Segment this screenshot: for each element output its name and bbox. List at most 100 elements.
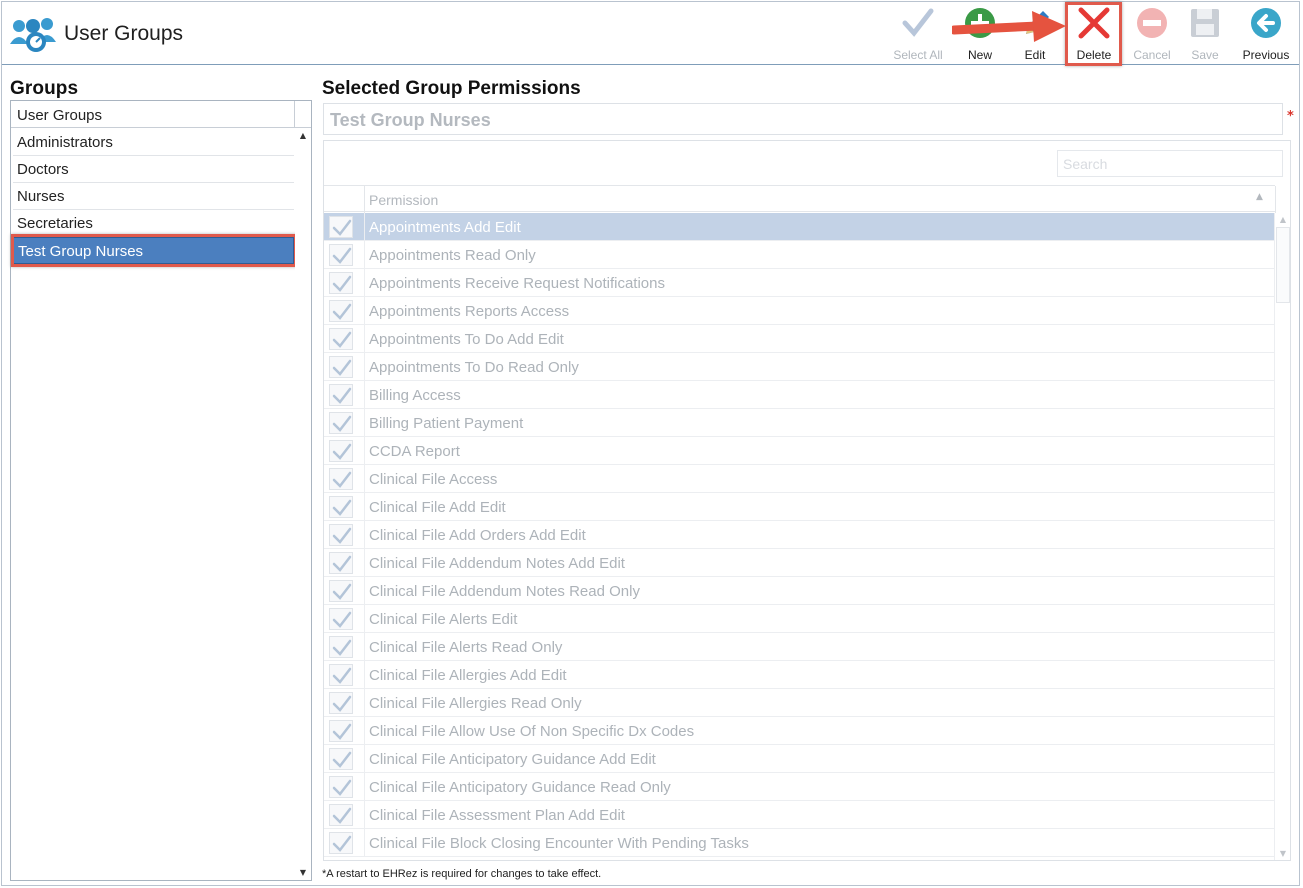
permission-row[interactable]: CCDA Report: [324, 437, 1275, 465]
permission-row[interactable]: Clinical File Anticipatory Guidance Read…: [324, 773, 1275, 801]
permission-checkbox[interactable]: [329, 412, 353, 434]
permission-row[interactable]: Clinical File Allergies Add Edit: [324, 661, 1275, 689]
checkmark-icon: [332, 303, 352, 320]
select-all-button[interactable]: Select All: [889, 6, 947, 62]
permission-row[interactable]: Billing Access: [324, 381, 1275, 409]
permission-checkbox[interactable]: [329, 608, 353, 630]
permission-row[interactable]: Billing Patient Payment: [324, 409, 1275, 437]
group-name-field[interactable]: Test Group Nurses: [323, 103, 1283, 135]
permission-label: Appointments Read Only: [369, 247, 536, 264]
permission-row[interactable]: Appointments Add Edit: [324, 213, 1275, 241]
permission-checkbox[interactable]: [329, 832, 353, 854]
permission-checkbox[interactable]: [329, 300, 353, 322]
permission-row[interactable]: Clinical File Allergies Read Only: [324, 689, 1275, 717]
permission-row[interactable]: Clinical File Alerts Read Only: [324, 633, 1275, 661]
permission-label: Appointments Reports Access: [369, 303, 570, 320]
permission-checkbox[interactable]: [329, 272, 353, 294]
permission-row[interactable]: Clinical File Access: [324, 465, 1275, 493]
permission-label: Clinical File Assessment Plan Add Edit: [369, 807, 625, 824]
group-item-secretaries[interactable]: Secretaries: [13, 210, 294, 237]
permission-checkbox[interactable]: [329, 440, 353, 462]
scroll-thumb[interactable]: [1276, 227, 1290, 303]
permission-label: Billing Patient Payment: [369, 415, 524, 432]
permission-checkbox[interactable]: [329, 636, 353, 658]
checkmark-icon: [332, 247, 352, 264]
sort-ascending-icon: ▲: [1256, 192, 1263, 202]
permission-row[interactable]: Clinical File Add Edit: [324, 493, 1275, 521]
permission-column-header[interactable]: Permission ▲: [324, 185, 1276, 213]
permission-checkbox[interactable]: [329, 496, 353, 518]
permission-checkbox[interactable]: [329, 692, 353, 714]
users-icon: [10, 18, 56, 52]
required-mark: *: [1287, 109, 1294, 124]
permission-checkbox[interactable]: [329, 468, 353, 490]
permissions-heading: Selected Group Permissions: [322, 78, 581, 99]
permission-checkbox[interactable]: [329, 552, 353, 574]
restart-note: *A restart to EHRez is required for chan…: [322, 868, 602, 880]
search-input[interactable]: Search: [1057, 150, 1283, 177]
floppy-disk-icon: [1191, 9, 1219, 37]
save-button[interactable]: Save: [1182, 6, 1228, 62]
groups-heading: Groups: [10, 78, 79, 99]
minus-circle-icon: [1137, 8, 1167, 38]
permission-checkbox[interactable]: [329, 720, 353, 742]
permission-checkbox[interactable]: [329, 384, 353, 406]
scroll-up-icon[interactable]: ▲: [1275, 213, 1290, 227]
permission-row[interactable]: Clinical File Alerts Edit: [324, 605, 1275, 633]
permission-label: Clinical File Allow Use Of Non Specific …: [369, 723, 695, 740]
scroll-down-icon[interactable]: ▼: [295, 866, 311, 880]
permission-checkbox[interactable]: [329, 804, 353, 826]
permission-row[interactable]: Appointments To Do Read Only: [324, 353, 1275, 381]
permission-checkbox[interactable]: [329, 748, 353, 770]
permission-rows: Appointments Add Edit Appointments Read O…: [324, 213, 1275, 857]
permission-row[interactable]: Clinical File Anticipatory Guidance Add …: [324, 745, 1275, 773]
group-item-administrators[interactable]: Administrators: [13, 129, 294, 156]
permission-checkbox[interactable]: [329, 524, 353, 546]
permission-row[interactable]: Clinical File Add Orders Add Edit: [324, 521, 1275, 549]
permission-label: Clinical File Alerts Edit: [369, 611, 518, 628]
arrow-left-circle-icon: [1251, 8, 1281, 38]
permission-row[interactable]: Clinical File Block Closing Encounter Wi…: [324, 829, 1275, 857]
permission-row[interactable]: Appointments Read Only: [324, 241, 1275, 269]
permission-checkbox[interactable]: [329, 664, 353, 686]
permission-label: Appointments To Do Add Edit: [369, 331, 564, 348]
permission-label: Clinical File Allergies Read Only: [369, 695, 582, 712]
delete-highlight-box: [1065, 2, 1122, 66]
checkmark-icon: [332, 275, 352, 292]
group-item-nurses[interactable]: Nurses: [13, 183, 294, 210]
app-window: User Groups Select All New Edit Delete C…: [1, 1, 1300, 886]
permissions-scrollbar[interactable]: ▲ ▼: [1274, 213, 1290, 860]
permission-row[interactable]: Appointments Reports Access: [324, 297, 1275, 325]
permission-checkbox[interactable]: [329, 776, 353, 798]
permission-label: Clinical File Addendum Notes Read Only: [369, 583, 640, 600]
previous-button[interactable]: Previous: [1238, 6, 1294, 62]
permissions-grid: Search Permission ▲ Appointments Add Edi…: [323, 140, 1291, 861]
permission-checkbox[interactable]: [329, 216, 353, 238]
permission-label: Appointments To Do Read Only: [369, 359, 579, 376]
scroll-down-icon[interactable]: ▼: [1275, 847, 1290, 860]
permission-checkbox[interactable]: [329, 580, 353, 602]
groups-scrollbar[interactable]: ▲ ▼: [295, 129, 311, 880]
permission-checkbox[interactable]: [329, 328, 353, 350]
permission-row[interactable]: Clinical File Allow Use Of Non Specific …: [324, 717, 1275, 745]
permission-row[interactable]: Clinical File Addendum Notes Read Only: [324, 577, 1275, 605]
permission-label: Clinical File Block Closing Encounter Wi…: [369, 835, 749, 852]
checkmark-icon: [332, 415, 352, 432]
checkmark-icon: [332, 639, 352, 656]
permission-row[interactable]: Appointments Receive Request Notificatio…: [324, 269, 1275, 297]
checkmark-icon: [332, 807, 352, 824]
permission-label: Clinical File Add Orders Add Edit: [369, 527, 586, 544]
permission-row[interactable]: Clinical File Assessment Plan Add Edit: [324, 801, 1275, 829]
permission-checkbox[interactable]: [329, 356, 353, 378]
scroll-up-icon[interactable]: ▲: [295, 129, 311, 143]
cancel-button[interactable]: Cancel: [1129, 6, 1175, 62]
checkmark-icon: [332, 219, 352, 236]
groups-column-header[interactable]: User Groups: [11, 101, 311, 128]
group-item-doctors[interactable]: Doctors: [13, 156, 294, 183]
permission-label: Appointments Add Edit: [369, 219, 521, 236]
checkmark-icon: [332, 611, 352, 628]
permission-row[interactable]: Appointments To Do Add Edit: [324, 325, 1275, 353]
permission-checkbox[interactable]: [329, 244, 353, 266]
permission-row[interactable]: Clinical File Addendum Notes Add Edit: [324, 549, 1275, 577]
checkmark-icon: [332, 499, 352, 516]
